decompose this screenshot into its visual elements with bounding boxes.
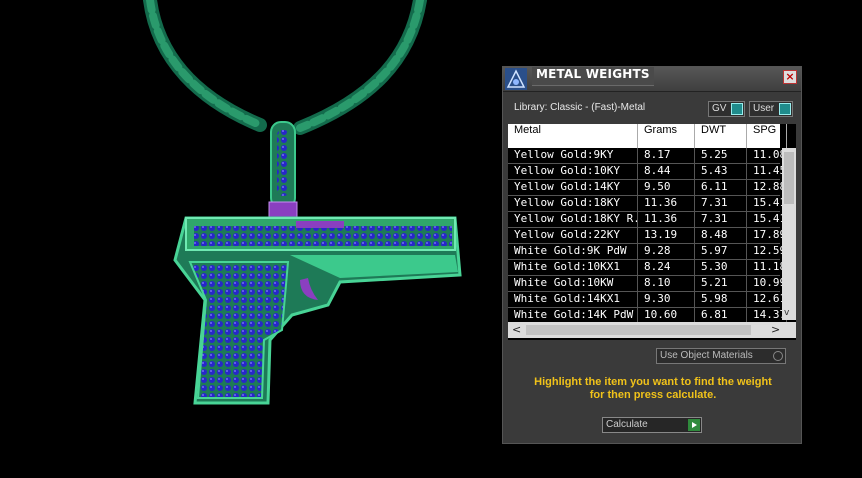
user-toggle[interactable]: User	[749, 101, 793, 117]
table-cell: 12.61	[747, 292, 787, 308]
table-cell: Yellow Gold:9KY	[508, 148, 638, 164]
scroll-down-icon[interactable]: v	[784, 308, 789, 318]
column-header-metal[interactable]: Metal	[508, 124, 638, 148]
table-cell: 5.98	[695, 292, 747, 308]
table-row[interactable]: White Gold:10KX1 8.24 5.30 11.18	[508, 260, 787, 276]
metal-weights-panel: METAL WEIGHTS × Library: Classic - (Fast…	[502, 66, 802, 444]
use-object-materials-label: Use Object Materials	[660, 350, 753, 361]
table-cell: 8.48	[695, 228, 747, 244]
table-cell: 8.10	[638, 276, 695, 292]
table-row[interactable]: Yellow Gold:18KY 11.36 7.31 15.41	[508, 196, 787, 212]
table-cell: 15.41	[747, 196, 787, 212]
user-toggle-label: User	[753, 103, 775, 114]
table-row[interactable]: Yellow Gold:14KY 9.50 6.11 12.88	[508, 180, 787, 196]
table-cell: 11.18	[747, 260, 787, 276]
table-cell: 7.31	[695, 212, 747, 228]
table-cell: 7.31	[695, 196, 747, 212]
table-row[interactable]: White Gold:10KW 8.10 5.21 10.99	[508, 276, 787, 292]
3d-viewport[interactable]	[0, 0, 500, 478]
chain	[143, 0, 427, 135]
table-cell: Yellow Gold:18KY R...	[508, 212, 638, 228]
table-cell: 12.59	[747, 244, 787, 260]
table-cell: 11.36	[638, 212, 695, 228]
table-cell: Yellow Gold:22KY	[508, 228, 638, 244]
table-header: Metal Grams DWT SPG	[508, 124, 787, 148]
table-row[interactable]: Yellow Gold:22KY 13.19 8.48 17.89	[508, 228, 787, 244]
table-cell: 5.43	[695, 164, 747, 180]
toggle-knob-icon	[779, 103, 791, 115]
column-header-spg[interactable]: SPG	[747, 124, 787, 148]
horizontal-scrollbar[interactable]: < >	[508, 322, 796, 338]
table-cell: 17.89	[747, 228, 787, 244]
table-cell: 11.08	[747, 148, 787, 164]
pistol-pendant	[173, 216, 462, 405]
table-cell: 5.25	[695, 148, 747, 164]
table-cell: 9.50	[638, 180, 695, 196]
calculate-button[interactable]: Calculate	[602, 417, 702, 433]
table-cell: 5.21	[695, 276, 747, 292]
metal-table: Metal Grams DWT SPG Yellow Gold:9KY 8.17 5…	[508, 124, 796, 340]
scroll-left-icon[interactable]: <	[512, 323, 521, 336]
table-cell: White Gold:9K PdW	[508, 244, 638, 260]
vertical-scroll-thumb[interactable]	[784, 152, 794, 204]
table-cell: 9.28	[638, 244, 695, 260]
toggle-knob-icon	[731, 103, 743, 115]
table-cell: 8.44	[638, 164, 695, 180]
table-cell: 5.97	[695, 244, 747, 260]
column-header-dwt[interactable]: DWT	[695, 124, 747, 148]
gv-toggle[interactable]: GV	[708, 101, 745, 117]
table-row[interactable]: Yellow Gold:18KY R...11.367.3115.41	[508, 212, 787, 228]
instruction-line-2: for then press calculate.	[589, 389, 717, 401]
instruction-text: Highlight the item you want to find the …	[513, 376, 793, 402]
column-header-grams[interactable]: Grams	[638, 124, 695, 148]
table-cell: Yellow Gold:10KY	[508, 164, 638, 180]
table-cell: 6.11	[695, 180, 747, 196]
radio-icon	[773, 351, 783, 361]
bail	[268, 121, 298, 221]
table-cell: 13.19	[638, 228, 695, 244]
table-row[interactable]: Yellow Gold:10KY 8.44 5.43 11.45	[508, 164, 787, 180]
table-cell: 12.88	[747, 180, 787, 196]
table-cell: 8.24	[638, 260, 695, 276]
table-row[interactable]: Yellow Gold:9KY 8.17 5.25 11.08	[508, 148, 787, 164]
table-cell: Yellow Gold:14KY	[508, 180, 638, 196]
horizontal-scroll-thumb[interactable]	[526, 325, 751, 335]
table-cell: 11.45	[747, 164, 787, 180]
table-cell: 10.99	[747, 276, 787, 292]
scroll-right-icon[interactable]: >	[771, 323, 780, 336]
use-object-materials-toggle[interactable]: Use Object Materials	[656, 348, 786, 364]
instruction-line-1: Highlight the item you want to find the …	[534, 376, 772, 388]
table-cell: 9.30	[638, 292, 695, 308]
play-arrow-icon	[688, 419, 700, 431]
title-bar[interactable]: METAL WEIGHTS ×	[503, 67, 801, 92]
library-label: Library: Classic - (Fast)-Metal	[514, 102, 646, 113]
table-row[interactable]: White Gold:9K PdW 9.28 5.97 12.59	[508, 244, 787, 260]
table-cell: 15.41	[747, 212, 787, 228]
table-cell: White Gold:14KX1	[508, 292, 638, 308]
table-cell: White Gold:10KW	[508, 276, 638, 292]
table-cell: 5.30	[695, 260, 747, 276]
table-row[interactable]: White Gold:14KX1 9.30 5.98 12.61	[508, 292, 787, 308]
table-cell: White Gold:10KX1	[508, 260, 638, 276]
app-logo-icon	[505, 68, 527, 90]
table-cell: 11.36	[638, 196, 695, 212]
calculate-label: Calculate	[606, 419, 648, 430]
table-cell: Yellow Gold:18KY	[508, 196, 638, 212]
table-body: Yellow Gold:9KY 8.17 5.25 11.08 Yellow Gold:…	[508, 148, 787, 324]
table-cell: 8.17	[638, 148, 695, 164]
vertical-scrollbar[interactable]: v	[782, 148, 796, 320]
panel-title: METAL WEIGHTS	[532, 67, 654, 86]
close-icon[interactable]: ×	[783, 70, 797, 84]
gv-toggle-label: GV	[712, 103, 727, 114]
